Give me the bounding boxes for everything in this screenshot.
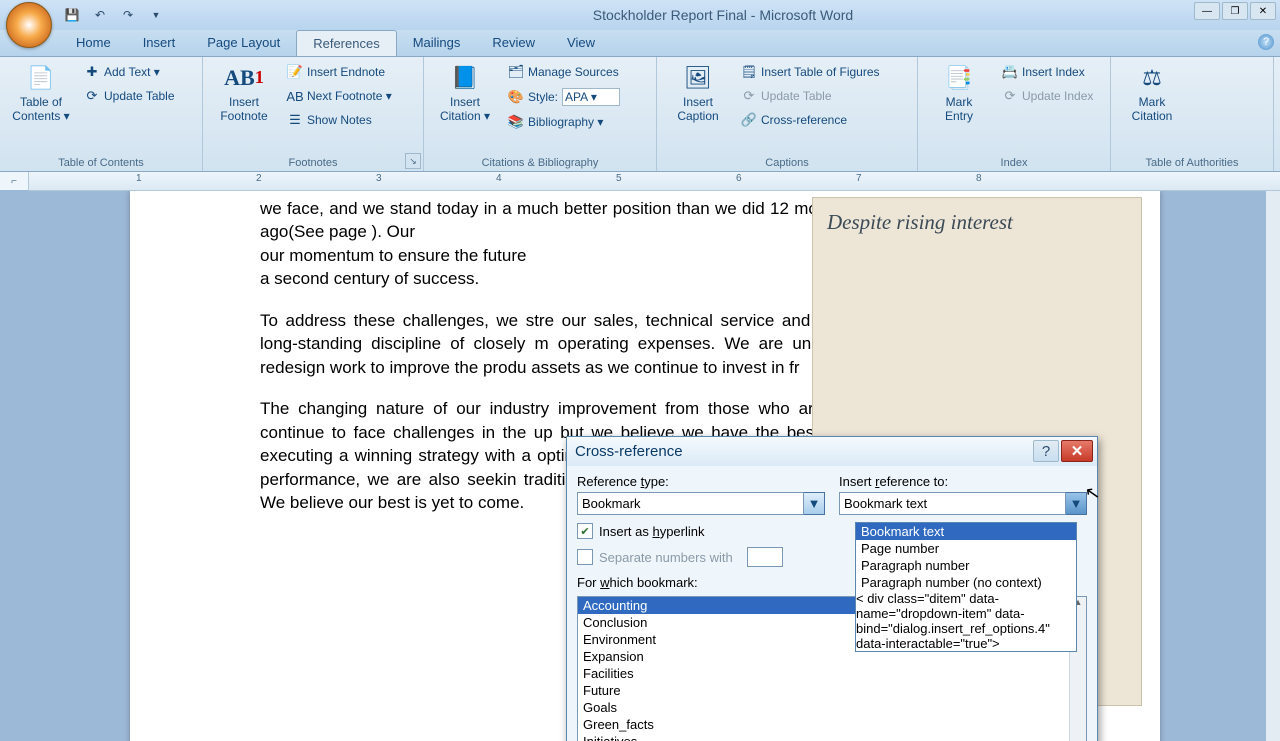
bibliography-icon: 📚	[508, 114, 524, 130]
save-icon[interactable]: 💾	[62, 5, 82, 25]
dialog-titlebar[interactable]: Cross-reference ? ✕	[567, 437, 1097, 466]
list-item[interactable]: Future	[578, 682, 1086, 699]
insert-reference-dropdown[interactable]: Bookmark text Page number Paragraph numb…	[855, 522, 1077, 652]
insert-reference-to-label: Insert reference to:	[839, 474, 1087, 489]
qat-customize-icon[interactable]: ▼	[146, 5, 166, 25]
group-label-citations: Citations & Bibliography	[424, 157, 656, 169]
footnote-icon: AB1	[228, 62, 260, 94]
citation-icon: 📘	[449, 62, 481, 94]
insert-hyperlink-label: Insert as hyperlink	[599, 524, 705, 539]
endnote-icon: 📝	[287, 64, 303, 80]
insert-table-of-figures-button[interactable]: 🗒Insert Table of Figures	[737, 62, 884, 82]
dropdown-item[interactable]: Paragraph number (no context)	[856, 574, 1076, 591]
minimize-button[interactable]: —	[1194, 2, 1220, 20]
insert-reference-to-combo[interactable]: ▼	[839, 492, 1087, 515]
update-icon: ⟳	[84, 88, 100, 104]
update-table-button[interactable]: ⟳Update Table	[80, 86, 179, 106]
tab-review[interactable]: Review	[476, 30, 551, 56]
dialog-close-button[interactable]: ✕	[1061, 440, 1093, 462]
help-icon[interactable]: ?	[1258, 34, 1274, 50]
figures-icon: 🗒	[741, 64, 757, 80]
manage-sources-icon: 🗂	[508, 64, 524, 80]
vertical-scrollbar[interactable]	[1266, 191, 1280, 741]
tab-insert[interactable]: Insert	[127, 30, 192, 56]
list-item[interactable]: Initiatives	[578, 733, 1086, 741]
insert-citation-button[interactable]: 📘 Insert Citation ▾	[430, 60, 500, 171]
ribbon: 📄 Table of Contents ▾ ✚Add Text ▾ ⟳Updat…	[0, 57, 1280, 172]
dropdown-item[interactable]: Paragraph number	[856, 557, 1076, 574]
tab-page-layout[interactable]: Page Layout	[191, 30, 296, 56]
add-text-icon: ✚	[84, 64, 100, 80]
update-index-icon: ⟳	[1002, 88, 1018, 104]
update-table-captions-button: ⟳Update Table	[737, 86, 884, 106]
ribbon-tabs: Home Insert Page Layout References Maili…	[0, 30, 1280, 57]
toc-icon: 📄	[25, 62, 57, 94]
separate-numbers-label: Separate numbers with	[599, 550, 733, 565]
ruler-corner: ⌐	[0, 172, 29, 190]
list-item[interactable]: Green_facts	[578, 716, 1086, 733]
undo-icon[interactable]: ↶	[90, 5, 110, 25]
reference-type-combo[interactable]: ▼	[577, 492, 825, 515]
next-footnote-icon: AB	[287, 88, 303, 104]
cross-reference-icon: 🔗	[741, 112, 757, 128]
dropdown-item[interactable]: Bookmark text	[856, 523, 1076, 540]
close-button[interactable]: ✕	[1250, 2, 1276, 20]
group-label-index: Index	[918, 157, 1110, 169]
citation-style-dropdown[interactable]: 🎨Style: APA ▾	[504, 86, 624, 108]
separate-numbers-checkbox	[577, 549, 593, 565]
insert-footnote-button[interactable]: AB1 Insert Footnote	[209, 60, 279, 171]
add-text-button[interactable]: ✚Add Text ▾	[80, 62, 179, 82]
cross-reference-dialog: Cross-reference ? ✕ Reference type: ▼ ✔ …	[566, 436, 1098, 741]
group-label-toa: Table of Authorities	[1111, 157, 1273, 169]
dropdown-item[interactable]: Page number	[856, 540, 1076, 557]
quick-access-toolbar: 💾 ↶ ↷ ▼	[62, 5, 166, 25]
update-index-button: ⟳Update Index	[998, 86, 1097, 106]
mark-entry-icon: 📑	[943, 62, 975, 94]
list-item[interactable]: Facilities	[578, 665, 1086, 682]
insert-endnote-button[interactable]: 📝Insert Endnote	[283, 62, 396, 82]
group-label-toc: Table of Contents	[0, 157, 202, 169]
chevron-down-icon[interactable]: ▼	[1066, 492, 1087, 515]
update-captions-icon: ⟳	[741, 88, 757, 104]
insert-reference-to-input[interactable]	[839, 492, 1066, 515]
list-item[interactable]: Goals	[578, 699, 1086, 716]
group-label-captions: Captions	[657, 157, 917, 169]
dialog-help-button[interactable]: ?	[1033, 440, 1059, 462]
mark-citation-button[interactable]: ⚖ Mark Citation	[1117, 60, 1187, 171]
show-notes-button[interactable]: ☰Show Notes	[283, 110, 396, 130]
insert-index-button[interactable]: 📇Insert Index	[998, 62, 1097, 82]
manage-sources-button[interactable]: 🗂Manage Sources	[504, 62, 624, 82]
footnotes-dialog-launcher[interactable]: ↘	[405, 153, 421, 169]
document-area: we face, and we stand today in a much be…	[0, 191, 1280, 741]
maximize-button[interactable]: ❐	[1222, 2, 1248, 20]
tab-mailings[interactable]: Mailings	[397, 30, 477, 56]
group-label-footnotes: Footnotes	[203, 157, 423, 169]
window-title: Stockholder Report Final - Microsoft Wor…	[166, 7, 1280, 23]
reference-type-label: Reference type:	[577, 474, 825, 489]
dialog-title: Cross-reference	[575, 443, 683, 460]
tab-references[interactable]: References	[296, 30, 396, 56]
office-button[interactable]	[6, 2, 52, 48]
horizontal-ruler[interactable]: ⌐ 1 2 3 4 5 6 7 8	[28, 172, 1280, 191]
mark-entry-button[interactable]: 📑 Mark Entry	[924, 60, 994, 171]
cross-reference-button[interactable]: 🔗Cross-reference	[737, 110, 884, 130]
table-of-contents-button[interactable]: 📄 Table of Contents ▾	[6, 60, 76, 171]
show-notes-icon: ☰	[287, 112, 303, 128]
next-footnote-button[interactable]: ABNext Footnote ▾	[283, 86, 396, 106]
title-bar: 💾 ↶ ↷ ▼ Stockholder Report Final - Micro…	[0, 0, 1280, 30]
tab-view[interactable]: View	[551, 30, 611, 56]
reference-type-input[interactable]	[577, 492, 804, 515]
insert-index-icon: 📇	[1002, 64, 1018, 80]
tab-home[interactable]: Home	[60, 30, 127, 56]
style-icon: 🎨	[508, 89, 524, 105]
insert-caption-button[interactable]: 🖼 Insert Caption	[663, 60, 733, 171]
toc-label: Table of Contents ▾	[12, 96, 69, 124]
mark-citation-icon: ⚖	[1136, 62, 1168, 94]
separate-numbers-input	[747, 547, 783, 567]
redo-icon[interactable]: ↷	[118, 5, 138, 25]
chevron-down-icon[interactable]: ▼	[804, 492, 825, 515]
insert-hyperlink-checkbox[interactable]: ✔	[577, 523, 593, 539]
bibliography-button[interactable]: 📚Bibliography ▾	[504, 112, 624, 132]
caption-icon: 🖼	[682, 62, 714, 94]
